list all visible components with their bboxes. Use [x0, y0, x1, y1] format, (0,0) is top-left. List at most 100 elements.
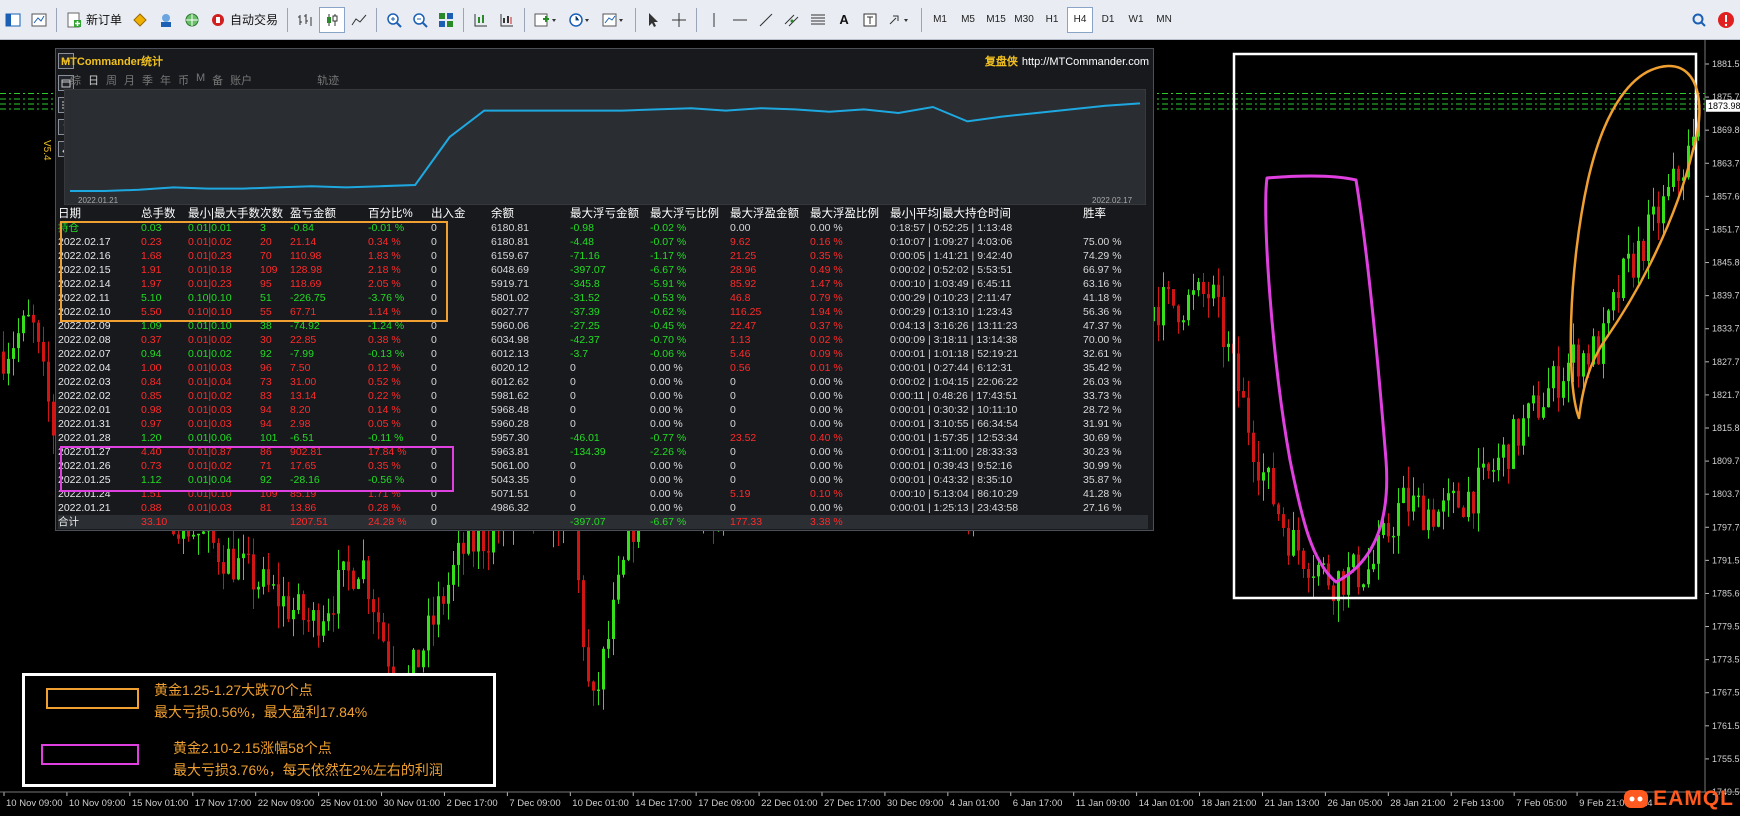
table-cell: 94 [260, 404, 272, 416]
column-header[interactable]: 总手数 [141, 207, 176, 221]
zoom-in-icon[interactable] [382, 7, 406, 33]
column-header[interactable]: 最大浮亏比例 [650, 207, 719, 221]
timeframe-button[interactable]: H1 [1039, 7, 1065, 33]
panel-tab[interactable]: 年 [160, 72, 171, 88]
panel-tab[interactable]: M [196, 72, 205, 88]
table-row[interactable]: 2022.01.31 0.97 0.01|0.03 94 2.98 0.05 % 0 5960… [58, 417, 1148, 431]
table-cell: -0.06 % [650, 348, 687, 360]
candle-body [242, 553, 245, 559]
candle-body [617, 574, 620, 600]
notification-icon[interactable] [1713, 7, 1739, 33]
window-icon[interactable] [1, 7, 25, 33]
table-row[interactable]: 2022.01.28 1.20 0.01|0.06 101 -6.51 -0.11 % 0 5… [58, 431, 1148, 445]
arrows-icon[interactable] [884, 7, 916, 33]
panel-tab[interactable]: 币 [178, 72, 189, 88]
text-tool[interactable]: A [832, 7, 856, 33]
column-header[interactable]: 日期 [58, 207, 81, 221]
search-icon[interactable] [1687, 7, 1711, 33]
table-row[interactable]: 2022.01.21 0.88 0.01|0.03 81 13.86 0.28 % 0 498… [58, 501, 1148, 515]
table-cell: 5061.00 [491, 460, 529, 472]
candle-body [247, 553, 250, 556]
panel-tab[interactable]: 季 [142, 72, 153, 88]
bar-chart-icon[interactable] [293, 7, 317, 33]
candlestick-icon[interactable] [319, 6, 346, 33]
column-header[interactable]: 最大浮盈金额 [730, 207, 799, 221]
column-header[interactable]: 最大浮盈比例 [810, 207, 879, 221]
timeframe-button[interactable]: MN [1151, 7, 1177, 33]
timeframe-button[interactable]: D1 [1095, 7, 1121, 33]
panel-tab-track[interactable]: 轨迹 [317, 72, 339, 88]
panel-site[interactable]: 复盘侠 http://MTCommander.com [985, 53, 1149, 69]
tile-windows-icon[interactable] [434, 7, 458, 33]
candle-body [432, 615, 435, 625]
trader-icon[interactable] [154, 7, 178, 33]
table-row[interactable]: 2022.02.07 0.94 0.01|0.02 92 -7.99 -0.13 % 0 60… [58, 347, 1148, 361]
table-cell: 0.00 % [810, 418, 843, 430]
market-watch-icon[interactable] [128, 7, 152, 33]
table-cell: 7.50 [290, 362, 311, 374]
table-cell: 0 [570, 404, 576, 416]
column-header[interactable]: 最小|平均|最大持仓时间 [890, 207, 1011, 221]
column-header[interactable]: 最小|最大手数 [188, 207, 260, 221]
table-cell: 0.22 % [368, 390, 401, 402]
column-header[interactable]: 最大浮亏金额 [570, 207, 639, 221]
timeframe-button[interactable]: M5 [955, 7, 981, 33]
periods-icon[interactable] [564, 7, 596, 33]
panel-tab[interactable]: 月 [124, 72, 135, 88]
table-cell: 2022.01.31 [58, 418, 111, 430]
column-header[interactable]: 盈亏金额 [290, 207, 336, 221]
table-row[interactable]: 2022.02.04 1.00 0.01|0.03 96 7.50 0.12 % 0 6020… [58, 361, 1148, 375]
panel-tab[interactable]: 周 [106, 72, 117, 88]
timeframe-button[interactable]: M30 [1011, 7, 1037, 33]
vertical-line-icon[interactable] [702, 7, 726, 33]
globe-icon[interactable] [180, 7, 204, 33]
panel-tab[interactable]: 账户 [230, 72, 252, 88]
column-header[interactable]: 胜率 [1083, 207, 1106, 221]
line-chart-icon[interactable] [347, 7, 371, 33]
new-order-button[interactable]: 新订单 [62, 7, 126, 33]
zoom-out-icon[interactable] [408, 7, 432, 33]
table-row[interactable]: 2022.02.01 0.98 0.01|0.03 94 8.20 0.14 % 0 5968… [58, 403, 1148, 417]
cursor-icon[interactable] [641, 7, 665, 33]
table-row[interactable]: 2022.02.03 0.84 0.01|0.04 73 31.00 0.52 % 0 601… [58, 375, 1148, 389]
time-axis-label: 10 Nov 09:00 [69, 798, 126, 809]
panel-tab[interactable]: 备 [212, 72, 223, 88]
candle-body [1477, 467, 1480, 514]
candle-body [1272, 467, 1275, 505]
crosshair-icon[interactable] [667, 7, 691, 33]
column-header[interactable]: 百分比% [368, 207, 413, 221]
timeframe-button[interactable]: W1 [1123, 7, 1149, 33]
horizontal-line-icon[interactable] [728, 7, 752, 33]
table-cell: 22.47 [730, 320, 757, 332]
auto-trade-button[interactable]: 自动交易 [206, 7, 282, 33]
panel-tab[interactable]: 日 [88, 72, 99, 88]
table-cell: 1.00 [141, 362, 162, 374]
indicators-icon[interactable] [530, 7, 562, 33]
chart-window-icon[interactable] [27, 7, 51, 33]
price-axis-label: 1851.70 [1712, 224, 1740, 234]
candle-body [1557, 366, 1560, 398]
column-header[interactable]: 次数 [260, 207, 283, 221]
column-header[interactable]: 余额 [491, 207, 514, 221]
candle-body [1582, 353, 1585, 377]
channel-icon[interactable] [780, 7, 804, 33]
templates-icon[interactable] [598, 7, 630, 33]
time-axis-label: 30 Nov 01:00 [384, 798, 441, 809]
table-cell: 0:00:10 | 5:13:04 | 86:10:29 [890, 488, 1019, 500]
timeframe-button[interactable]: M1 [927, 7, 953, 33]
trendline-icon[interactable] [754, 7, 778, 33]
column-header[interactable]: 出入金 [431, 207, 466, 221]
auto-scroll-icon[interactable] [469, 7, 493, 33]
table-row[interactable]: 2022.02.08 0.37 0.01|0.02 30 22.85 0.38 % 0 603… [58, 333, 1148, 347]
text-label-icon[interactable] [858, 7, 882, 33]
price-axis-label: 1821.70 [1712, 390, 1740, 400]
chart-shift-icon[interactable] [495, 7, 519, 33]
timeframe-button[interactable]: H4 [1067, 6, 1094, 33]
table-row[interactable]: 2022.02.02 0.85 0.01|0.02 83 13.14 0.22 % 0 598… [58, 389, 1148, 403]
fibonacci-icon[interactable] [806, 7, 830, 33]
table-cell: 70.00 % [1083, 334, 1122, 346]
candle-body [1677, 168, 1680, 181]
candle-body [302, 594, 305, 621]
panel-tab[interactable]: 综 [70, 72, 81, 88]
timeframe-button[interactable]: M15 [983, 7, 1009, 33]
